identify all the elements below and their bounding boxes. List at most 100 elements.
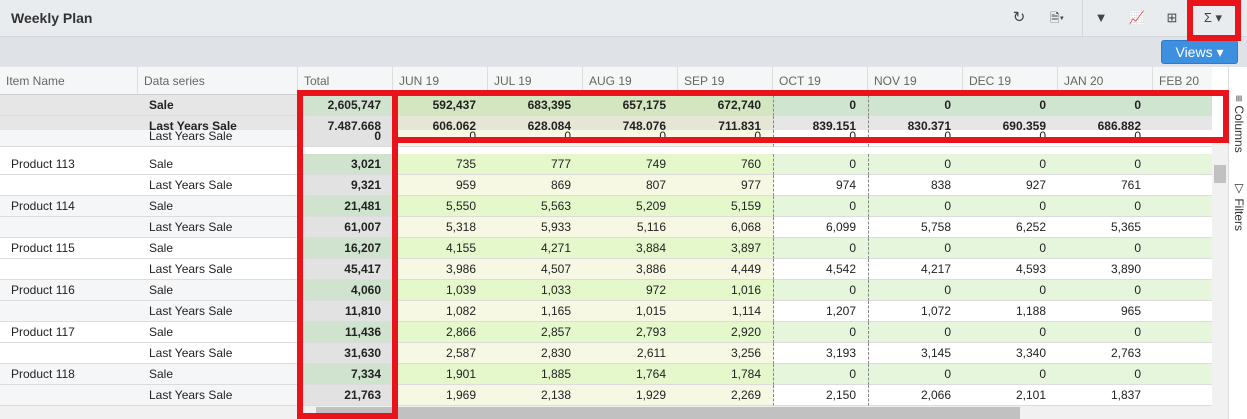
value-cell: 2,763 (1058, 343, 1153, 364)
views-button[interactable]: Views ▾ (1161, 40, 1238, 64)
value-cell: 972 (583, 280, 678, 301)
value-cell: 4,542 (773, 259, 868, 280)
data-series-cell: Sale (138, 95, 298, 116)
value-cell: 1,784 (678, 364, 773, 385)
sigma-icon[interactable]: Σ ▾ (1196, 8, 1230, 28)
column-header: NOV 19 (868, 67, 963, 95)
value-cell: 3,986 (393, 259, 488, 280)
value-cell: 0 (963, 280, 1058, 301)
value-cell: 1,885 (488, 364, 583, 385)
value-cell: 0 (773, 196, 868, 217)
data-series-cell: Last Years Sale (138, 217, 298, 238)
refresh-icon[interactable]: ↻ (1010, 8, 1028, 28)
table-settings-icon[interactable]: ⊞ (1162, 8, 1182, 28)
value-cell: 0 (868, 95, 963, 116)
total-cell: 31,630 (298, 343, 393, 364)
item-name-cell: Product 113 (0, 154, 138, 175)
value-cell: 0 (773, 238, 868, 259)
toolbar: Weekly Plan ↻ 🗎▾ ▼ 📈 ⊞ Σ ▾ (0, 0, 1247, 37)
value-cell: 977 (678, 175, 773, 196)
value-cell: 0 (868, 238, 963, 259)
horizontal-scrollbar[interactable] (0, 406, 1228, 419)
column-header: JAN 20 (1058, 67, 1153, 95)
value-cell: 749 (583, 154, 678, 175)
value-cell: 0 (963, 95, 1058, 116)
value-cell: 5,116 (583, 217, 678, 238)
column-header: Data series (138, 67, 298, 95)
value-cell: 777 (488, 154, 583, 175)
value-cell: 0 (1058, 130, 1153, 147)
column-header: OCT 19 (773, 67, 868, 95)
value-cell: 0 (1058, 95, 1153, 116)
data-series-cell: Last Years Sale (138, 343, 298, 364)
value-cell: 2,587 (393, 343, 488, 364)
value-cell: 0 (963, 154, 1058, 175)
value-cell: 657,175 (583, 95, 678, 116)
value-cell: 4,507 (488, 259, 583, 280)
value-cell: 2,866 (393, 322, 488, 343)
views-label: Views (1175, 44, 1213, 60)
value-cell: 0 (868, 280, 963, 301)
chart-icon[interactable]: 📈 (1127, 8, 1147, 28)
divider (1082, 0, 1083, 37)
data-series-cell: Sale (138, 196, 298, 217)
total-cell: 61,007 (298, 217, 393, 238)
data-series-cell: Sale (138, 364, 298, 385)
value-cell: 0 (773, 364, 868, 385)
total-cell: 0 (298, 130, 393, 147)
excel-export-icon[interactable]: 🗎▾ (1043, 8, 1071, 28)
value-cell: 5,209 (583, 196, 678, 217)
value-cell: 0 (488, 130, 583, 147)
value-cell (1153, 364, 1212, 385)
value-cell: 0 (678, 130, 773, 147)
total-cell: 3,021 (298, 154, 393, 175)
vertical-scrollbar[interactable] (1212, 137, 1228, 406)
scroll-thumb[interactable] (316, 407, 1020, 419)
value-cell: 1,929 (583, 385, 678, 406)
value-cell: 1,969 (393, 385, 488, 406)
value-cell: 0 (868, 130, 963, 147)
item-name-cell: Product 117 (0, 322, 138, 343)
value-cell: 2,101 (963, 385, 1058, 406)
filters-tab[interactable]: ▽ Filters (1232, 181, 1246, 231)
value-cell: 0 (963, 364, 1058, 385)
item-name-cell (0, 217, 138, 238)
data-series-cell: Sale (138, 238, 298, 259)
column-header: DEC 19 (963, 67, 1058, 95)
value-cell: 5,563 (488, 196, 583, 217)
value-cell: 1,764 (583, 364, 678, 385)
value-cell: 5,550 (393, 196, 488, 217)
value-cell: 5,758 (868, 217, 963, 238)
value-cell: 5,365 (1058, 217, 1153, 238)
value-cell: 2 (1153, 343, 1212, 364)
value-cell: 6,252 (963, 217, 1058, 238)
value-cell (1153, 130, 1212, 147)
value-cell: 1,207 (773, 301, 868, 322)
value-cell: 2,793 (583, 322, 678, 343)
total-cell: 7,334 (298, 364, 393, 385)
value-cell: 1,082 (393, 301, 488, 322)
columns-label: Columns (1232, 105, 1246, 153)
value-cell (1153, 385, 1212, 406)
value-cell: 959 (393, 175, 488, 196)
value-cell: 735 (393, 154, 488, 175)
scroll-thumb[interactable] (1214, 165, 1226, 183)
item-name-cell (0, 259, 138, 280)
value-cell: 927 (963, 175, 1058, 196)
value-cell: 2,150 (773, 385, 868, 406)
item-name-cell (0, 343, 138, 364)
value-cell: 592,437 (393, 95, 488, 116)
value-cell: 869 (488, 175, 583, 196)
data-series-cell: Last Years Sale (138, 385, 298, 406)
item-name-cell: Product 114 (0, 196, 138, 217)
value-cell: 0 (1058, 238, 1153, 259)
value-cell: 3,193 (773, 343, 868, 364)
value-cell: 974 (773, 175, 868, 196)
filter-icon[interactable]: ▼ (1092, 8, 1110, 28)
value-cell: 1,188 (963, 301, 1058, 322)
value-cell: 2,830 (488, 343, 583, 364)
value-cell: 0 (1058, 196, 1153, 217)
columns-tab[interactable]: ≡ Columns (1232, 95, 1246, 153)
value-cell: 965 (1058, 301, 1153, 322)
data-series-cell: Last Years Sale (138, 175, 298, 196)
